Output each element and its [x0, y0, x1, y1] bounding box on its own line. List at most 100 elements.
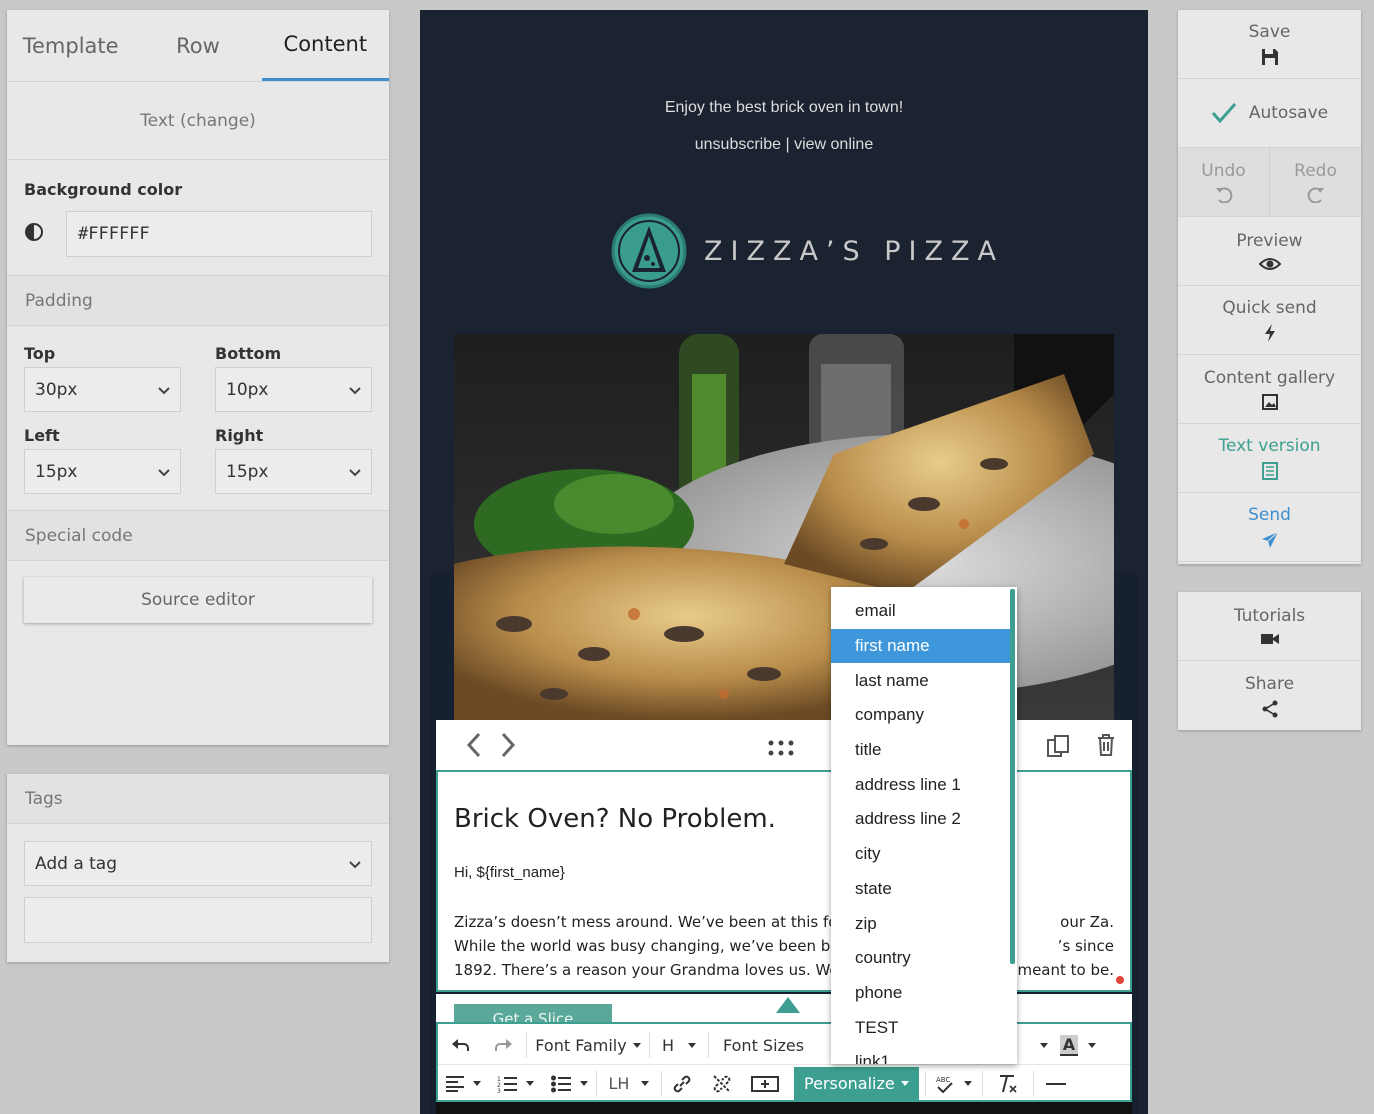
menu-item-email[interactable]: email: [831, 594, 1017, 629]
row-toolbar: [436, 720, 1132, 770]
menu-item-first-name[interactable]: first name: [831, 628, 1010, 664]
insert-link-icon[interactable]: [662, 1065, 702, 1102]
line-height-label: LH: [608, 1074, 630, 1093]
ordered-list-dropdown[interactable]: 123: [488, 1065, 542, 1102]
color-picker-icon[interactable]: [24, 222, 44, 246]
email-header-links[interactable]: unsubscribe | view online: [420, 136, 1148, 154]
add-tag-placeholder: Add a tag: [35, 853, 118, 874]
svg-text:3: 3: [497, 1088, 501, 1093]
text-color-caret[interactable]: [1030, 1026, 1052, 1064]
unlink-icon[interactable]: [702, 1065, 742, 1102]
line-height-dropdown[interactable]: LH: [597, 1065, 661, 1102]
personalize-menu: email first name last name company title…: [831, 587, 1017, 1064]
add-tag-select[interactable]: Add a tag: [24, 841, 372, 886]
menu-item-company[interactable]: company: [831, 698, 1017, 733]
drag-handle-icon[interactable]: [768, 740, 794, 756]
clear-formatting-icon[interactable]: [983, 1065, 1033, 1102]
tags-panel: Tags Add a tag: [7, 774, 389, 962]
padding-right-label: Right: [215, 426, 264, 445]
menu-item-address-line-1[interactable]: address line 1: [831, 767, 1017, 802]
caret-down-icon: [641, 1081, 650, 1086]
menu-item-phone[interactable]: phone: [831, 976, 1017, 1011]
background-color-label: Background color: [24, 180, 183, 199]
padding-bottom-label: Bottom: [215, 344, 282, 363]
bullet-list-dropdown[interactable]: [542, 1065, 596, 1102]
paragraph-line-1b: our Za.: [1060, 913, 1114, 931]
horizontal-rule-icon[interactable]: [1034, 1065, 1078, 1102]
chevron-down-icon: [349, 386, 361, 394]
paper-plane-icon: [1261, 531, 1278, 548]
spellcheck-dropdown[interactable]: ABC: [926, 1065, 982, 1102]
menu-item-title[interactable]: title: [831, 733, 1017, 768]
font-family-dropdown[interactable]: Font Family: [527, 1026, 649, 1064]
paragraph-line-2b: ’s since: [1057, 937, 1114, 955]
content-type-change-link[interactable]: Text (change): [7, 82, 389, 160]
highlight-icon: A: [1059, 1034, 1079, 1056]
caret-down-icon: [525, 1081, 534, 1086]
actions-panel: Save Autosave Undo Redo Preview Quick se…: [1178, 10, 1361, 564]
undo-button[interactable]: Undo: [1178, 148, 1269, 216]
tags-list-field[interactable]: [24, 897, 372, 943]
source-editor-button[interactable]: Source editor: [24, 577, 372, 623]
heading-dropdown[interactable]: H: [650, 1026, 708, 1064]
share-icon: [1262, 700, 1277, 717]
video-camera-icon: [1260, 634, 1279, 644]
content-gallery-button[interactable]: Content gallery: [1178, 355, 1361, 424]
trash-icon[interactable]: [1096, 733, 1116, 757]
duplicate-icon[interactable]: [1046, 734, 1070, 758]
background-color-input[interactable]: [66, 211, 372, 257]
lightning-icon: [1264, 324, 1275, 342]
personalize-button[interactable]: Personalize: [794, 1066, 919, 1101]
redo-button[interactable]: Redo: [1269, 148, 1361, 216]
personalize-label: Personalize: [804, 1074, 895, 1093]
highlight-color-button[interactable]: A: [1052, 1026, 1104, 1064]
text-content-block[interactable]: Brick Oven? No Problem. Hi, ${first_name…: [436, 770, 1132, 992]
menu-item-city[interactable]: city: [831, 837, 1017, 872]
autosave-toggle[interactable]: Autosave: [1178, 79, 1361, 148]
menu-scrollbar[interactable]: [1010, 589, 1015, 964]
tags-section-header: Tags: [7, 774, 389, 824]
chevron-left-icon[interactable]: [466, 732, 482, 758]
padding-bottom-select[interactable]: 10px: [215, 367, 372, 412]
menu-item-state[interactable]: state: [831, 872, 1017, 907]
spellcheck-icon: ABC: [936, 1076, 953, 1093]
tab-content[interactable]: Content: [261, 10, 389, 81]
padding-left-select[interactable]: 15px: [24, 449, 181, 494]
undo-format-icon[interactable]: [438, 1026, 482, 1064]
text-format-toolbar: Font Family H Font Sizes A 123 LH Person…: [436, 1022, 1132, 1102]
chevron-down-icon: [158, 468, 170, 476]
insert-block-icon[interactable]: [742, 1065, 788, 1102]
text-version-label: Text version: [1218, 436, 1321, 456]
send-label: Send: [1248, 505, 1291, 525]
help-panel: Tutorials Share: [1178, 592, 1361, 730]
preview-button[interactable]: Preview: [1178, 217, 1361, 286]
get-a-slice-button[interactable]: Get a Slice: [454, 1004, 612, 1024]
padding-top-select[interactable]: 30px: [24, 367, 181, 412]
caret-down-icon: [1040, 1042, 1048, 1048]
menu-item-last-name[interactable]: last name: [831, 663, 1017, 698]
save-button[interactable]: Save: [1178, 10, 1361, 79]
font-family-label: Font Family: [535, 1035, 627, 1055]
send-button[interactable]: Send: [1178, 493, 1361, 562]
menu-item-test[interactable]: TEST: [831, 1010, 1017, 1045]
tab-template[interactable]: Template: [7, 10, 134, 81]
share-button[interactable]: Share: [1178, 661, 1361, 730]
paragraph-line-1a: Zizza’s doesn’t mess around. We’ve been …: [454, 913, 844, 931]
redo-icon: [1307, 187, 1324, 203]
text-version-button[interactable]: Text version: [1178, 424, 1361, 493]
menu-item-link1[interactable]: link1: [831, 1045, 1017, 1064]
quick-send-button[interactable]: Quick send: [1178, 286, 1361, 355]
menu-item-zip[interactable]: zip: [831, 906, 1017, 941]
padding-right-value: 15px: [226, 461, 269, 482]
padding-left-value: 15px: [35, 461, 78, 482]
padding-right-select[interactable]: 15px: [215, 449, 372, 494]
menu-item-address-line-2[interactable]: address line 2: [831, 802, 1017, 837]
tab-row[interactable]: Row: [134, 10, 261, 81]
font-sizes-dropdown[interactable]: Font Sizes: [709, 1026, 817, 1064]
redo-format-icon[interactable]: [482, 1026, 526, 1064]
chevron-right-icon[interactable]: [500, 732, 516, 758]
tutorials-button[interactable]: Tutorials: [1178, 592, 1361, 661]
align-dropdown[interactable]: [438, 1065, 488, 1102]
pizza-logo-icon: [611, 213, 687, 289]
menu-item-country[interactable]: country: [831, 941, 1017, 976]
